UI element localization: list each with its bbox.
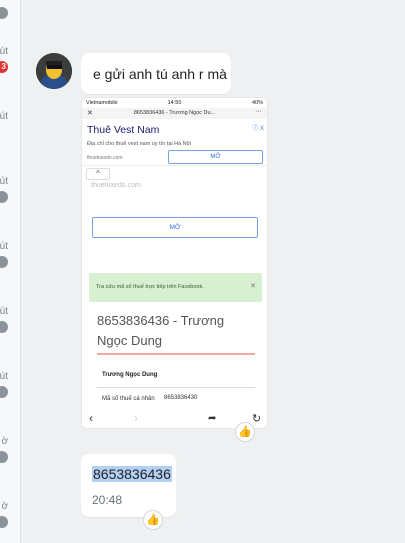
unread-dot [0, 451, 8, 463]
unread-dot [0, 256, 8, 268]
divider [97, 353, 255, 355]
unread-badge: 3 [0, 61, 8, 73]
conversation-item[interactable]: út [0, 176, 20, 203]
refresh-icon: ↻ [252, 413, 262, 425]
unread-dot [0, 191, 8, 203]
unread-dot [0, 321, 8, 333]
conversation-time: út [0, 176, 8, 187]
message-bubble[interactable]: e gửi anh tú anh r mà [81, 53, 231, 94]
conversation-item[interactable]: út [0, 306, 20, 333]
conversation-list: út 3 út út út út út ờ ờ [0, 0, 21, 543]
conversation-item[interactable]: út 3 [0, 46, 20, 73]
conversation-time: út [0, 371, 8, 382]
conversation-item[interactable]: út [0, 111, 20, 131]
close-icon: ✕ [250, 283, 256, 290]
message-time: 20:48 [92, 493, 123, 507]
message-bubble[interactable]: 8653836436 20:48 [81, 454, 176, 517]
avatar[interactable] [36, 53, 72, 89]
image-message[interactable]: Vietnamobile 14:50 40% ✕ 8653836436 - Tr… [81, 97, 268, 429]
conversation-time: út [0, 111, 8, 122]
more-icon: ··· [255, 108, 262, 115]
phone-browser-bar: ✕ 8653836436 - Trương Ngọc Du... ··· [82, 108, 267, 119]
conversation-item[interactable]: út [0, 371, 20, 398]
unread-dot [0, 7, 8, 19]
ad-banner: Thuê Vest Nam ⓘ X Địa chỉ cho thuê vest … [82, 119, 267, 166]
conversation-time: út [0, 306, 8, 317]
avatar-image [36, 53, 72, 89]
like-icon[interactable]: 👍 [235, 422, 255, 442]
phone-status-bar: Vietnamobile 14:50 40% [86, 100, 263, 106]
chevron-up-icon: ^ [86, 168, 110, 180]
back-icon: ‹ [89, 411, 93, 425]
like-icon[interactable]: 👍 [143, 510, 163, 530]
conversation-time: ờ [1, 501, 8, 512]
conversation-time: út [0, 241, 8, 252]
facebook-notice: Tra cứu mã số thuế trực tiếp trên Facebo… [89, 273, 262, 302]
conversation-item[interactable]: ờ [0, 501, 20, 528]
conversation-time: ờ [1, 436, 8, 447]
conversation-time: út [0, 46, 8, 57]
message-text: 8653836436 [92, 466, 172, 482]
forward-icon: › [134, 411, 138, 425]
conversation-item[interactable]: út [0, 241, 20, 268]
unread-dot [0, 386, 8, 398]
share-icon: ➦ [208, 413, 217, 424]
conversation-item[interactable] [0, 0, 20, 19]
divider [97, 387, 255, 388]
company-title: 8653836436 - Trương Ngọc Dung [97, 313, 225, 348]
message-text: e gửi anh tú anh r mà [93, 66, 227, 82]
conversation-item[interactable]: ờ [0, 436, 20, 463]
unread-dot [0, 516, 8, 528]
ad-info-icon: ⓘ X [252, 126, 264, 132]
